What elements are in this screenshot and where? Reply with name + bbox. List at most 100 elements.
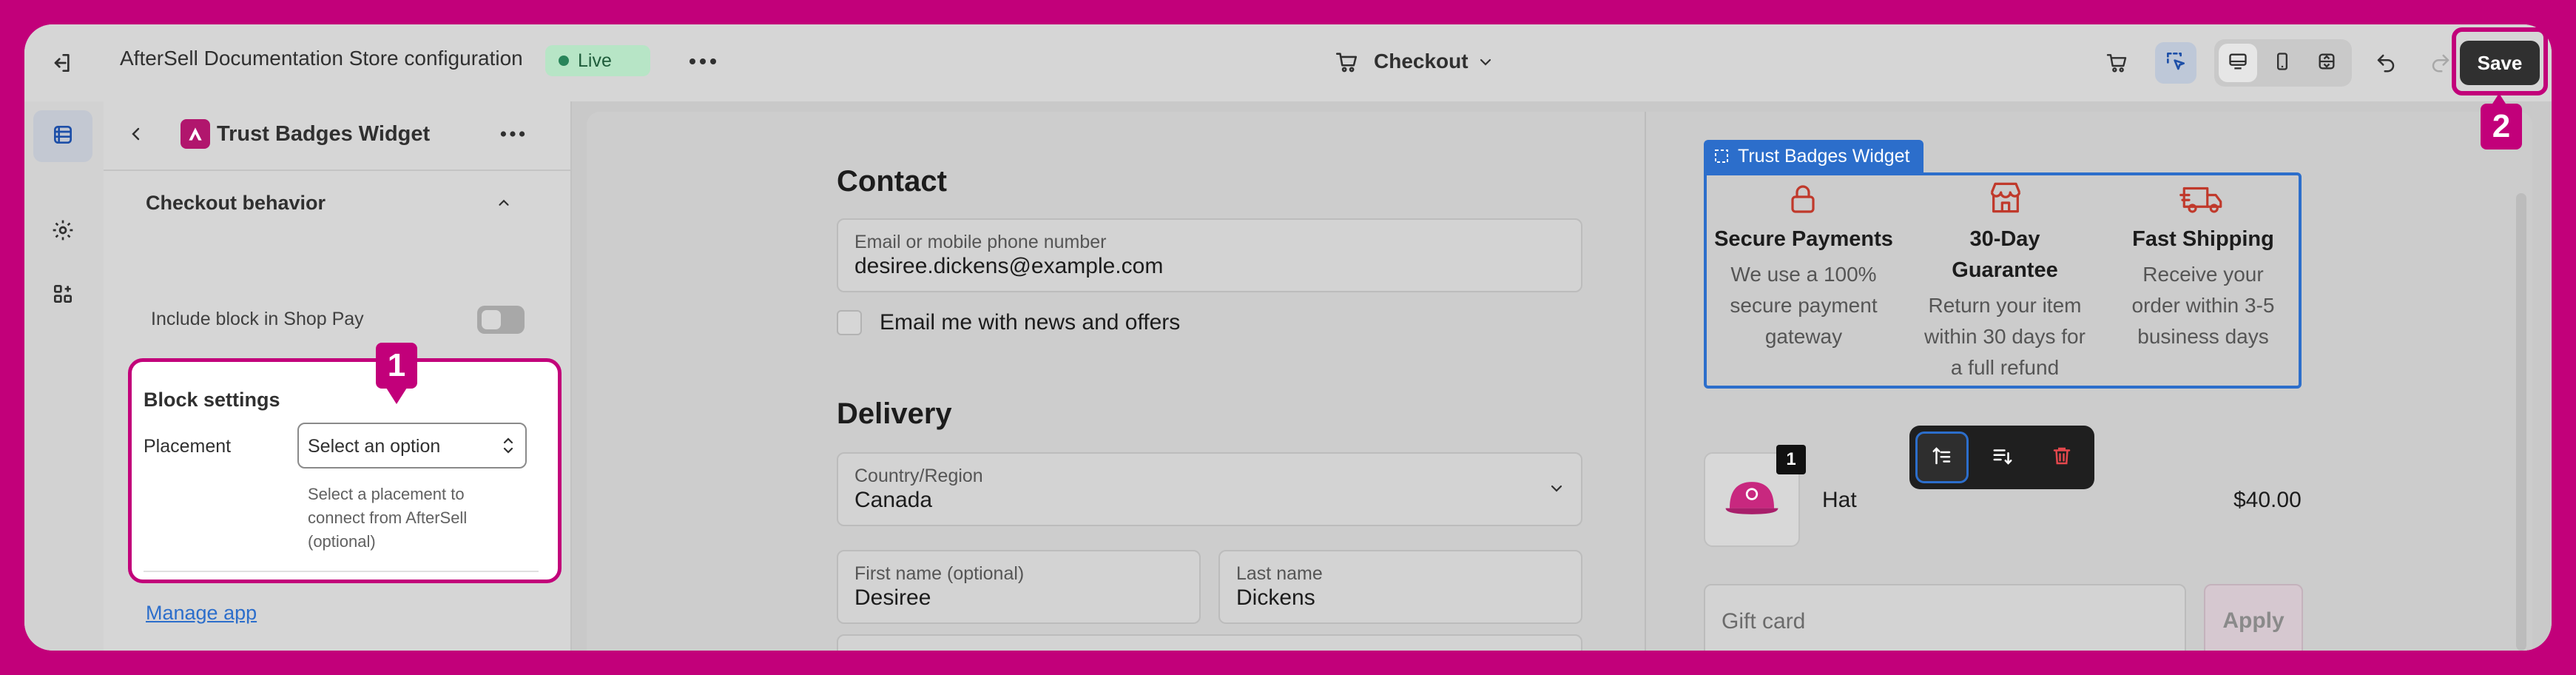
trash-icon bbox=[2051, 445, 2073, 471]
rail-sections-button[interactable] bbox=[33, 110, 92, 162]
exit-icon[interactable] bbox=[47, 48, 76, 78]
app-logo-icon bbox=[181, 119, 210, 149]
callout-step-2: 2 bbox=[2481, 104, 2522, 150]
toggle-knob bbox=[482, 310, 501, 329]
badge-desc-line: gateway bbox=[1764, 325, 1843, 348]
manage-app-link[interactable]: Manage app bbox=[146, 602, 257, 625]
trust-badges-widget[interactable]: Secure Payments We use a 100% secure pay… bbox=[1704, 172, 2302, 389]
card-divider bbox=[144, 571, 539, 572]
gift-card-input[interactable]: Gift card bbox=[1704, 584, 2186, 651]
hat-icon bbox=[1722, 476, 1782, 524]
select-arrows-icon bbox=[497, 434, 519, 457]
badge-title: Fast Shipping bbox=[2132, 227, 2274, 251]
mobile-view-button[interactable] bbox=[2263, 44, 2302, 82]
block-select-icon bbox=[1714, 149, 1729, 164]
widget-tag-label: Trust Badges Widget bbox=[1738, 145, 1910, 167]
inspector-toggle-button[interactable] bbox=[2155, 42, 2196, 84]
mobile-icon bbox=[2272, 51, 2293, 75]
block-settings-card: Block settings Placement Select an optio… bbox=[128, 358, 562, 583]
app-frame: AfterSell Documentation Store configurat… bbox=[24, 24, 2552, 651]
badge-desc-line: a full refund bbox=[1950, 356, 2060, 379]
move-block-button[interactable] bbox=[1915, 431, 1969, 483]
address-field[interactable] bbox=[837, 634, 1582, 651]
sort-icon bbox=[1992, 445, 2014, 471]
placement-select[interactable]: Select an option bbox=[297, 423, 527, 469]
delivery-heading: Delivery bbox=[837, 397, 952, 430]
scrollbar[interactable] bbox=[2516, 193, 2526, 651]
last-name-value: Dickens bbox=[1236, 585, 1315, 610]
order-summary: Trust Badges Widget Secure Payments We u… bbox=[1646, 112, 2532, 651]
store-title: AfterSell Documentation Store configurat… bbox=[120, 47, 523, 70]
apply-button[interactable]: Apply bbox=[2204, 584, 2303, 651]
select-cursor-icon bbox=[2164, 50, 2188, 77]
cart-preview-icon[interactable] bbox=[2099, 45, 2134, 81]
divider bbox=[104, 169, 570, 171]
callout-step-1: 1 bbox=[376, 343, 417, 389]
badge-desc-line: business days bbox=[2137, 325, 2269, 348]
full-width-view-button[interactable] bbox=[2307, 44, 2346, 82]
chevron-down-icon bbox=[1474, 51, 1497, 73]
section-title: Checkout behavior bbox=[146, 192, 326, 214]
placement-help-line-2: connect from AfterSell bbox=[308, 508, 468, 527]
page-selector[interactable]: Checkout bbox=[1329, 42, 1507, 81]
save-highlight-frame bbox=[2452, 27, 2548, 95]
back-chevron-icon[interactable] bbox=[123, 121, 149, 147]
desktop-icon bbox=[2228, 51, 2248, 75]
last-name-field[interactable]: Last name Dickens bbox=[1218, 550, 1582, 624]
badge-desc-line: order within 3-5 bbox=[2131, 294, 2275, 317]
contact-heading: Contact bbox=[837, 165, 947, 198]
item-name: Hat bbox=[1822, 488, 1857, 512]
expand-icon bbox=[2316, 51, 2337, 75]
live-badge-label: Live bbox=[578, 50, 612, 71]
undo-icon[interactable] bbox=[2368, 45, 2404, 81]
panel-more-icon[interactable] bbox=[494, 121, 531, 147]
trust-badge: Fast Shipping Receive your order within … bbox=[2106, 175, 2300, 386]
country-select[interactable]: Country/Region Canada bbox=[837, 452, 1582, 526]
block-toolbar bbox=[1909, 426, 2094, 489]
badge-desc-line: We use a 100% bbox=[1730, 263, 1877, 286]
checkout-preview: Contact Email or mobile phone number des… bbox=[587, 112, 2532, 651]
email-field-label: Email or mobile phone number bbox=[854, 232, 1107, 252]
chevron-up-icon bbox=[493, 192, 515, 214]
placement-label: Placement bbox=[144, 436, 232, 457]
badge-desc-line: Receive your bbox=[2142, 263, 2264, 286]
desktop-view-button[interactable] bbox=[2219, 44, 2257, 82]
preview-canvas: Contact Email or mobile phone number des… bbox=[572, 101, 2552, 651]
email-field-value: desiree.dickens@example.com bbox=[854, 254, 1164, 278]
sort-block-button[interactable] bbox=[1976, 431, 2029, 483]
shop-pay-label: Include block in Shop Pay bbox=[151, 309, 364, 329]
checkout-form: Contact Email or mobile phone number des… bbox=[587, 112, 1646, 651]
top-bar: AfterSell Documentation Store configurat… bbox=[24, 24, 2552, 103]
shop-pay-toggle[interactable] bbox=[477, 306, 525, 334]
placement-select-value: Select an option bbox=[308, 436, 441, 457]
item-quantity-badge: 1 bbox=[1776, 445, 1806, 474]
email-field[interactable]: Email or mobile phone number desiree.dic… bbox=[837, 218, 1582, 292]
lock-icon bbox=[1785, 180, 1821, 217]
first-name-field[interactable]: First name (optional) Desiree bbox=[837, 550, 1201, 624]
store-icon bbox=[1985, 177, 2026, 218]
newsletter-checkbox[interactable] bbox=[837, 310, 862, 335]
badge-desc-line: within 30 days for bbox=[1924, 325, 2086, 348]
placement-help-line-1: Select a placement to bbox=[308, 485, 465, 503]
viewport-switcher bbox=[2214, 39, 2352, 87]
trust-badge: 30-Day Guarantee Return your item within… bbox=[1906, 175, 2103, 386]
badge-title: Guarantee bbox=[1952, 258, 2058, 282]
live-dot-icon bbox=[559, 56, 569, 66]
block-settings-title: Block settings bbox=[144, 389, 280, 411]
country-label: Country/Region bbox=[854, 466, 983, 486]
delete-block-button[interactable] bbox=[2035, 431, 2088, 483]
more-actions-icon[interactable] bbox=[677, 45, 729, 78]
trust-badge: Secure Payments We use a 100% secure pay… bbox=[1707, 175, 1901, 386]
first-name-value: Desiree bbox=[854, 585, 931, 610]
apps-icon[interactable] bbox=[47, 278, 79, 310]
checkout-behavior-header[interactable]: Checkout behavior bbox=[104, 183, 570, 224]
newsletter-label: Email me with news and offers bbox=[880, 310, 1181, 335]
panel-title: Trust Badges Widget bbox=[217, 122, 431, 146]
settings-gear-icon[interactable] bbox=[47, 214, 79, 246]
placement-help-line-3: (optional) bbox=[308, 532, 376, 551]
live-badge: Live bbox=[545, 45, 650, 76]
first-name-label: First name (optional) bbox=[854, 563, 1025, 584]
last-name-label: Last name bbox=[1236, 563, 1323, 584]
truck-icon bbox=[2179, 178, 2226, 218]
sections-icon bbox=[51, 123, 75, 150]
